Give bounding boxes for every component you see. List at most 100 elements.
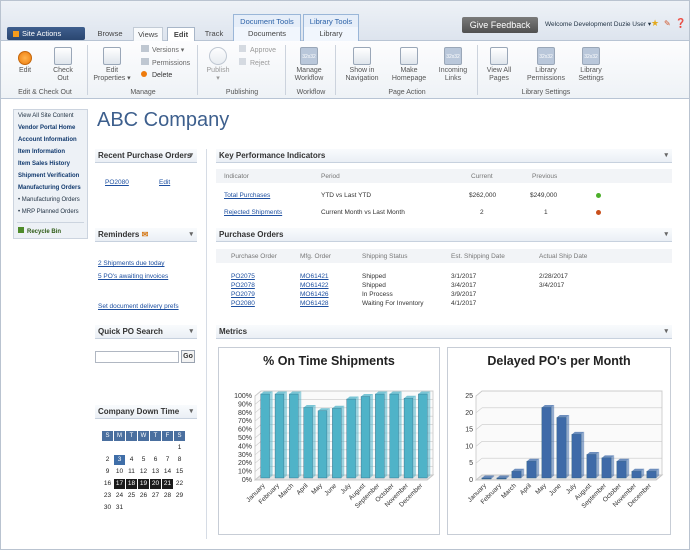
chevron-down-icon[interactable]: ▾ bbox=[664, 325, 668, 339]
manage-workflow-button[interactable]: 32x32 Manage Workflow bbox=[287, 47, 331, 83]
quick-po-go-button[interactable]: Go bbox=[181, 350, 195, 363]
calendar-day[interactable]: 4 bbox=[126, 455, 137, 465]
tab-edit[interactable]: Edit bbox=[167, 27, 195, 41]
permissions-button[interactable]: Permissions bbox=[141, 58, 190, 69]
calendar-day[interactable]: 22 bbox=[174, 479, 185, 489]
reminder-item[interactable]: Set document delivery prefs bbox=[98, 303, 179, 310]
edit-button[interactable]: Edit bbox=[7, 47, 43, 75]
check-out-button[interactable]: Check Out bbox=[47, 47, 79, 83]
calendar-day[interactable]: 9 bbox=[102, 467, 113, 477]
calendar-day[interactable]: 24 bbox=[114, 491, 125, 501]
calendar-day[interactable]: 15 bbox=[174, 467, 185, 477]
recent-po-edit-label[interactable]: Edit bbox=[159, 179, 170, 186]
delete-button[interactable]: Delete bbox=[141, 71, 172, 81]
calendar-day[interactable]: 16 bbox=[102, 479, 113, 489]
library-permissions-button[interactable]: 32x32 Library Permissions bbox=[523, 47, 569, 83]
view-all-pages-button[interactable]: View All Pages bbox=[479, 47, 519, 83]
recent-po-edit-link[interactable]: Edit bbox=[159, 179, 170, 186]
calendar-day[interactable]: 30 bbox=[102, 503, 113, 513]
show-in-nav-label: Show in bbox=[349, 67, 375, 74]
calendar-day[interactable]: 23 bbox=[102, 491, 113, 501]
calendar-day[interactable]: 25 bbox=[126, 491, 137, 501]
edit-properties-button[interactable]: Edit Properties ▾ bbox=[89, 47, 135, 83]
chevron-down-icon[interactable]: ▾ bbox=[664, 149, 668, 163]
calendar-day[interactable]: 10 bbox=[114, 467, 125, 477]
nav-view-all-site-content[interactable]: View All Site Content bbox=[18, 113, 74, 119]
po-number-link[interactable]: PO2075 bbox=[231, 273, 255, 280]
calendar-day[interactable]: 29 bbox=[174, 491, 185, 501]
tab-library[interactable]: Library bbox=[303, 27, 359, 41]
incoming-links-button[interactable]: 32x32 Incoming Links bbox=[433, 47, 473, 83]
tab-documents[interactable]: Documents bbox=[233, 27, 301, 41]
calendar-day[interactable]: 31 bbox=[114, 503, 125, 513]
favorites-star-icon[interactable]: ★ bbox=[651, 18, 659, 29]
calendar-day[interactable]: 28 bbox=[162, 491, 173, 501]
chevron-down-icon[interactable]: ▾ bbox=[189, 149, 193, 163]
calendar-day[interactable]: 21 bbox=[162, 479, 173, 489]
calendar-day[interactable]: 11 bbox=[126, 467, 137, 477]
calendar-day[interactable]: 19 bbox=[138, 479, 149, 489]
site-actions-button[interactable]: Site Actions bbox=[7, 27, 85, 40]
reminder-item[interactable]: 5 PO's awaiting invoices bbox=[98, 273, 168, 280]
chevron-down-icon[interactable]: ▾ bbox=[189, 405, 193, 419]
nav-recycle-bin[interactable]: Recycle Bin bbox=[18, 227, 61, 235]
approve-button[interactable]: Approve bbox=[239, 45, 276, 56]
reminder-link[interactable]: 5 PO's awaiting invoices bbox=[98, 273, 168, 280]
chevron-down-icon[interactable]: ▾ bbox=[189, 325, 193, 339]
help-icon[interactable]: ❓ bbox=[675, 18, 686, 29]
calendar-day[interactable]: 14 bbox=[162, 467, 173, 477]
welcome-user-menu[interactable]: Welcome Development Duzie User ▾ bbox=[545, 20, 651, 28]
quick-po-search-input[interactable] bbox=[95, 351, 179, 363]
kpi-indicator-link[interactable]: Rejected Shipments bbox=[224, 209, 282, 216]
reminder-link[interactable]: 2 Shipments due today bbox=[98, 260, 165, 267]
give-feedback-button[interactable]: Give Feedback bbox=[462, 17, 538, 33]
calendar-day[interactable]: 18 bbox=[126, 479, 137, 489]
nav-mrp-planned-orders[interactable]: • MRP Planned Orders bbox=[18, 209, 79, 215]
nav-manufacturing-orders[interactable]: • Manufacturing Orders bbox=[18, 197, 80, 203]
publish-button[interactable]: Publish ▾ bbox=[201, 47, 235, 83]
nav-item-information[interactable]: Item Information bbox=[18, 149, 65, 155]
reminder-item[interactable]: 2 Shipments due today bbox=[98, 260, 165, 267]
tab-track[interactable]: Track bbox=[199, 27, 229, 41]
tab-browse[interactable]: Browse bbox=[93, 27, 127, 41]
calendar-day[interactable]: 6 bbox=[150, 455, 161, 465]
tab-views[interactable]: Views bbox=[133, 27, 163, 41]
chevron-down-icon[interactable]: ▾ bbox=[189, 228, 193, 242]
show-in-navigation-button[interactable]: Show in Navigation bbox=[339, 47, 385, 83]
kpi-indicator-link[interactable]: Total Purchases bbox=[224, 192, 270, 199]
reminder-link[interactable]: Set document delivery prefs bbox=[98, 303, 179, 310]
calendar-day[interactable]: 2 bbox=[102, 455, 113, 465]
recent-po-link[interactable]: PO2080 bbox=[105, 179, 129, 186]
po-number-link[interactable]: PO2079 bbox=[231, 291, 255, 298]
recent-po-number[interactable]: PO2080 bbox=[105, 179, 129, 186]
library-settings-button[interactable]: 32x32 Library Settings bbox=[571, 47, 611, 83]
po-number-link[interactable]: PO2080 bbox=[231, 300, 255, 307]
calendar-day[interactable]: 12 bbox=[138, 467, 149, 477]
mfg-order-link[interactable]: MO61426 bbox=[300, 291, 329, 298]
mfg-order-link[interactable]: MO61421 bbox=[300, 273, 329, 280]
calendar-day[interactable]: 20 bbox=[150, 479, 161, 489]
reject-button[interactable]: Reject bbox=[239, 58, 270, 69]
calendar-day[interactable]: 1 bbox=[174, 443, 185, 453]
calendar-day[interactable]: 13 bbox=[150, 467, 161, 477]
nav-shipment-verification[interactable]: Shipment Verification bbox=[18, 173, 79, 179]
calendar-day[interactable]: 3 bbox=[114, 455, 125, 465]
mfg-order-link[interactable]: MO61428 bbox=[300, 300, 329, 307]
chevron-down-icon[interactable]: ▾ bbox=[664, 228, 668, 242]
nav-account-information[interactable]: Account Information bbox=[18, 137, 77, 143]
calendar-day[interactable]: 27 bbox=[150, 491, 161, 501]
calendar-day[interactable]: 7 bbox=[162, 455, 173, 465]
make-homepage-button[interactable]: Make Homepage bbox=[387, 47, 431, 83]
calendar-day[interactable]: 17 bbox=[114, 479, 125, 489]
calendar-day[interactable]: 8 bbox=[174, 455, 185, 465]
mfg-order-link[interactable]: MO61422 bbox=[300, 282, 329, 289]
calendar-day[interactable]: 26 bbox=[138, 491, 149, 501]
versions-button[interactable]: Versions ▾ bbox=[141, 45, 184, 56]
po-number-link[interactable]: PO2078 bbox=[231, 282, 255, 289]
social-icon[interactable]: ✎ bbox=[664, 19, 671, 28]
calendar-day[interactable]: 5 bbox=[138, 455, 149, 465]
nav-item-sales-history[interactable]: Item Sales History bbox=[18, 161, 70, 167]
library-settings-sub: Settings bbox=[578, 75, 604, 82]
nav-vendor-portal-home[interactable]: Vendor Portal Home bbox=[18, 125, 75, 131]
nav-manufacturing-orders-header[interactable]: Manufacturing Orders bbox=[18, 185, 81, 191]
